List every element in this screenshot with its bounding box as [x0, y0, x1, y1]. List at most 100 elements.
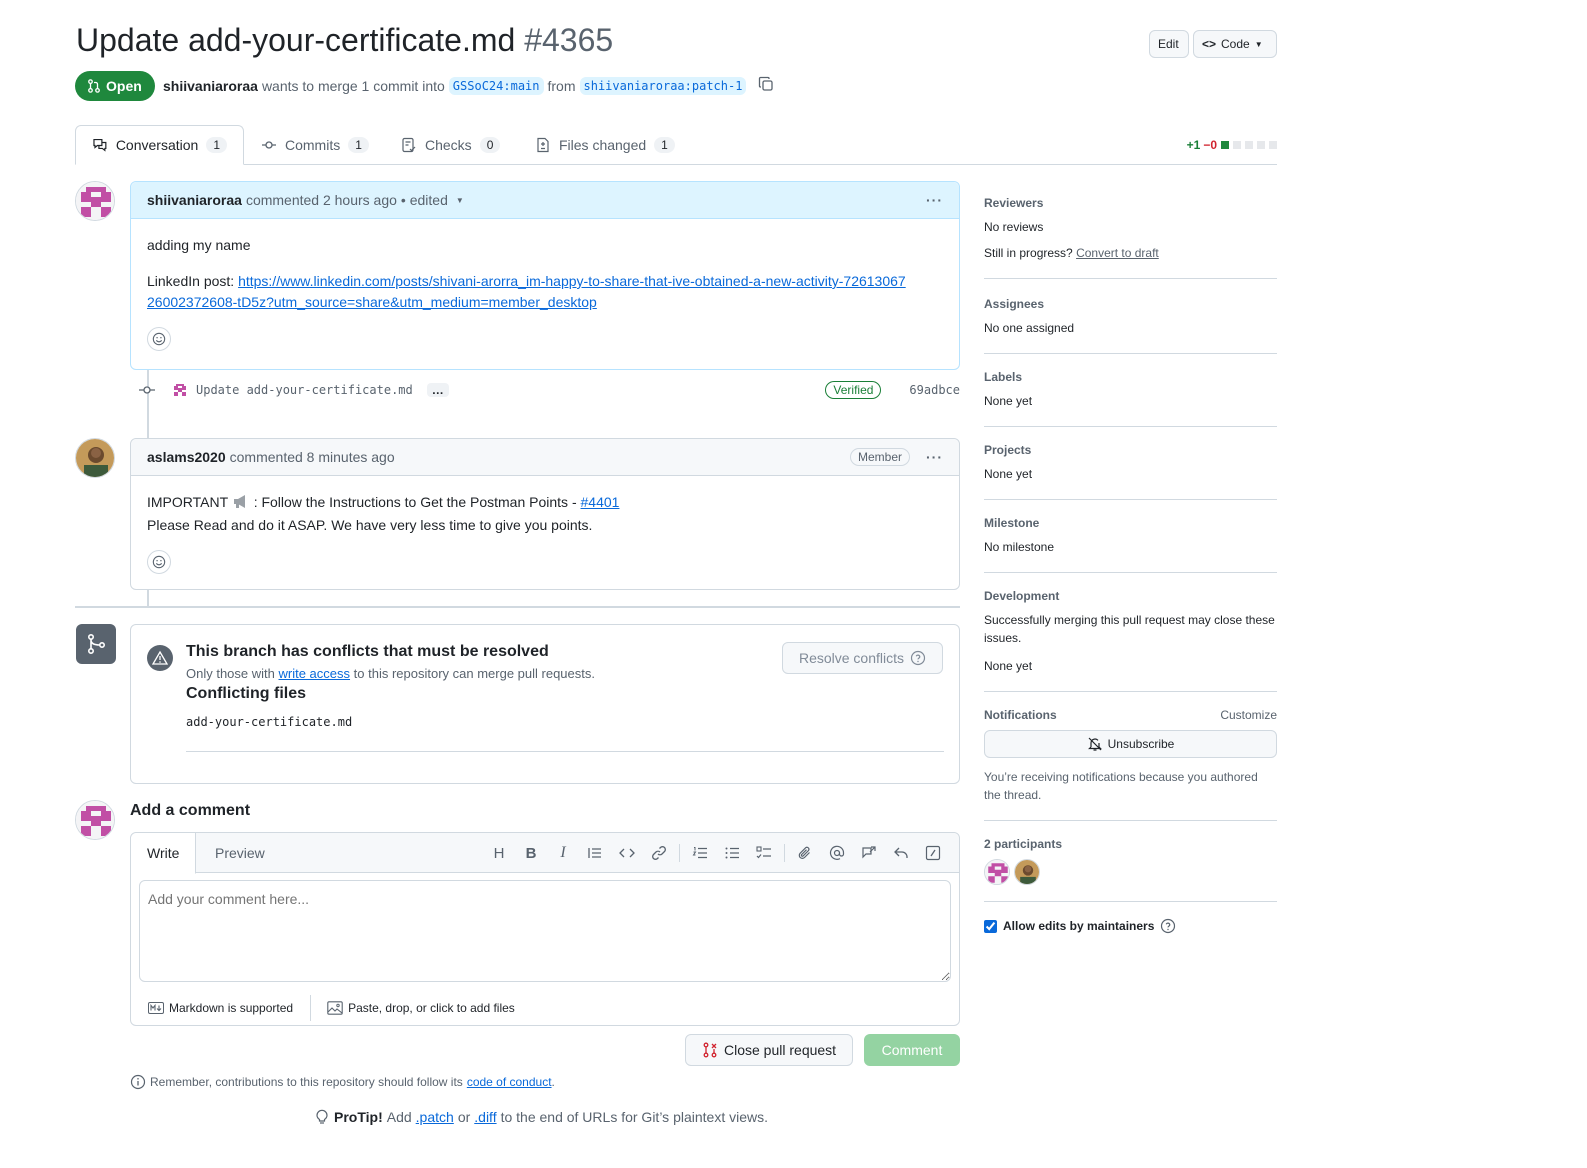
avatar-shiivaniaroraa[interactable]: [75, 181, 115, 221]
edit-button[interactable]: Edit: [1149, 30, 1189, 58]
chevron-down-icon[interactable]: ▼: [456, 196, 464, 205]
code-of-conduct-link[interactable]: code of conduct: [467, 1075, 552, 1089]
commit-author-avatar[interactable]: [172, 382, 188, 398]
diff-link[interactable]: .diff: [474, 1109, 496, 1125]
tab-files-changed[interactable]: Files changed 1: [519, 125, 691, 165]
comment-author[interactable]: aslams2020: [147, 449, 226, 465]
timeline-line: [147, 590, 149, 606]
heading-icon[interactable]: H: [483, 837, 515, 869]
markdown-note-text: Markdown is supported: [169, 1001, 294, 1015]
convert-to-draft-link[interactable]: Convert to draft: [1076, 246, 1159, 260]
bold-icon[interactable]: B: [515, 837, 547, 869]
commit-message[interactable]: Update add-your-certificate.md: [196, 383, 413, 397]
smiley-icon: [152, 332, 166, 346]
allow-edits-label[interactable]: Allow edits by maintainers: [1003, 919, 1154, 933]
development-title[interactable]: Development: [984, 589, 1059, 603]
mention-icon[interactable]: [821, 837, 853, 869]
linkedin-line: LinkedIn post: https://www.linkedin.com/…: [147, 271, 907, 313]
paperclip-icon[interactable]: [789, 837, 821, 869]
resolve-label: Resolve conflicts: [798, 650, 904, 666]
diffstat-block: [1233, 141, 1241, 149]
unordered-list-icon[interactable]: [716, 837, 748, 869]
code-button[interactable]: <> Code ▼: [1193, 30, 1277, 58]
pr-title-text: Update add-your-certificate.md: [76, 22, 516, 58]
issue-link[interactable]: #4401: [581, 494, 620, 510]
participant-avatar[interactable]: [984, 859, 1010, 885]
draft-prefix: Still in progress?: [984, 246, 1073, 260]
kebab-horizontal-icon[interactable]: ···: [926, 192, 943, 208]
resolve-conflicts-button[interactable]: Resolve conflicts: [781, 642, 943, 674]
toolbar-divider: [784, 844, 785, 862]
milestone-title[interactable]: Milestone: [984, 516, 1039, 530]
diffstat-block: [1245, 141, 1253, 149]
commit-icon: [262, 141, 276, 149]
markdown-note[interactable]: Markdown is supported: [131, 995, 312, 1021]
file-upload-note[interactable]: Paste, drop, or click to add files: [311, 1001, 515, 1015]
allow-edits-row: Allow edits by maintainers: [984, 902, 1277, 950]
linkedin-link[interactable]: https://www.linkedin.com/posts/shivani-a…: [147, 273, 906, 310]
unsubscribe-label: Unsubscribe: [1107, 737, 1175, 751]
code-icon[interactable]: [611, 837, 643, 869]
ordered-list-icon[interactable]: [684, 837, 716, 869]
question-icon[interactable]: [910, 650, 926, 666]
question-icon[interactable]: [1160, 918, 1176, 934]
kebab-horizontal-icon[interactable]: ···: [926, 449, 943, 465]
slash-command-icon[interactable]: [917, 837, 949, 869]
composer-tabs: Write Preview H B I: [131, 833, 959, 874]
sidebar-development: Development Successfully merging this pu…: [984, 573, 1277, 692]
labels-title[interactable]: Labels: [984, 370, 1022, 384]
comment-timestamp[interactable]: commented 8 minutes ago: [230, 449, 395, 465]
conduct-note: Remember, contributions to this reposito…: [130, 1074, 555, 1090]
sidebar-assignees: Assignees No one assigned: [984, 279, 1277, 354]
head-branch[interactable]: shiivaniaroraa:patch-1: [579, 76, 747, 95]
markdown-toolbar: H B I: [483, 833, 949, 873]
comment-author[interactable]: shiivaniaroraa: [147, 192, 242, 208]
diffstat-block: [1257, 141, 1265, 149]
unsubscribe-button[interactable]: Unsubscribe: [984, 730, 1277, 758]
add-reaction-button[interactable]: [147, 327, 171, 351]
avatar-current-user[interactable]: [75, 800, 115, 840]
italic-icon[interactable]: I: [547, 837, 579, 869]
cross-reference-icon[interactable]: [853, 837, 885, 869]
state-label: Open: [106, 78, 142, 94]
comment-button[interactable]: Comment: [864, 1034, 960, 1066]
assignees-title[interactable]: Assignees: [984, 297, 1044, 311]
tab-files-count: 1: [654, 137, 675, 153]
comment-timestamp[interactable]: commented 2 hours ago: [246, 192, 397, 208]
edited-dropdown[interactable]: • edited: [401, 192, 448, 208]
tab-preview[interactable]: Preview: [199, 833, 281, 873]
avatar-aslams2020[interactable]: [75, 438, 115, 478]
reviewers-title[interactable]: Reviewers: [984, 196, 1043, 210]
important-text: IMPORTANT: [147, 494, 228, 510]
tab-commits[interactable]: Commits 1: [245, 125, 385, 165]
tab-checks[interactable]: Checks 0: [385, 125, 516, 165]
allow-edits-checkbox[interactable]: [984, 919, 997, 933]
task-list-icon[interactable]: [748, 837, 780, 869]
participant-avatar[interactable]: [1014, 859, 1040, 885]
base-branch[interactable]: GSSoC24:main: [448, 76, 544, 95]
comment-line: IMPORTANT : Follow the Instructions to G…: [147, 492, 943, 515]
commit-expand-button[interactable]: …: [426, 383, 449, 397]
quote-icon[interactable]: [579, 837, 611, 869]
projects-title[interactable]: Projects: [984, 443, 1031, 457]
sidebar: Reviewers No reviews Still in progress? …: [984, 180, 1277, 950]
add-reaction-button[interactable]: [147, 550, 171, 574]
verified-badge[interactable]: Verified: [825, 381, 882, 399]
chevron-down-icon: ▼: [1254, 39, 1263, 49]
customize-link[interactable]: Customize: [1220, 708, 1277, 722]
commit-sha[interactable]: 69adbce: [909, 383, 960, 397]
tab-conversation[interactable]: Conversation 1: [75, 125, 244, 165]
tab-write[interactable]: Write: [131, 833, 197, 874]
close-pr-button[interactable]: Close pull request: [685, 1034, 854, 1066]
tab-files-label: Files changed: [559, 137, 647, 153]
copy-icon[interactable]: [758, 76, 774, 95]
sidebar-notifications: Notifications Customize Unsubscribe You’…: [984, 692, 1277, 821]
write-access-link[interactable]: write access: [279, 666, 351, 681]
comment-textarea[interactable]: [139, 880, 951, 982]
link-icon[interactable]: [643, 837, 675, 869]
comment-header: shiivaniaroraa commented 2 hours ago • e…: [131, 182, 959, 219]
pr-author-link[interactable]: shiivaniaroraa: [163, 78, 258, 94]
patch-link[interactable]: .patch: [416, 1109, 454, 1125]
diffstat-block: [1269, 141, 1277, 149]
reply-icon[interactable]: [885, 837, 917, 869]
